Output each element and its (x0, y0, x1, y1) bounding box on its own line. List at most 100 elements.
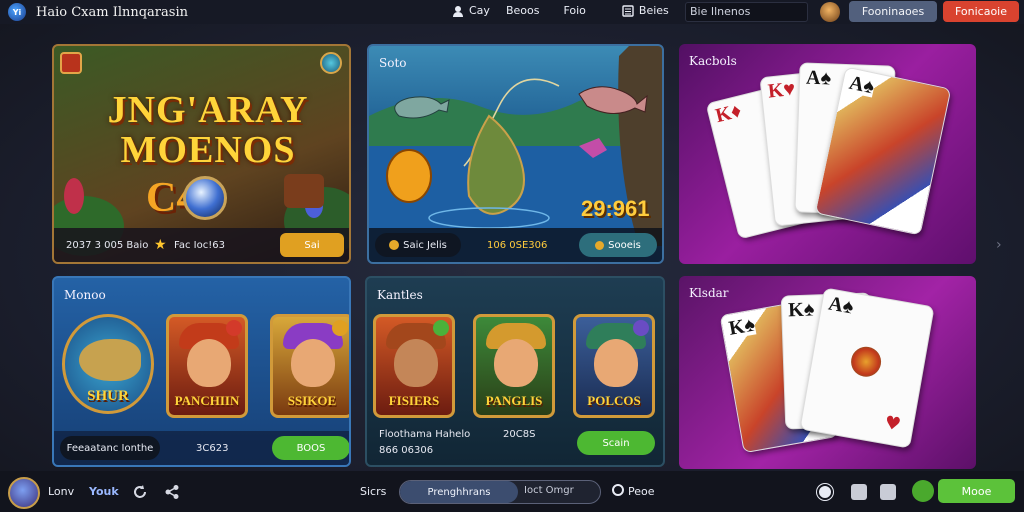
tile-name: FISIERS (388, 393, 440, 408)
badge-icon (332, 320, 348, 336)
card-meta-count: 20C8S (503, 429, 536, 440)
character-face (394, 339, 438, 387)
game-card-heroes[interactable]: Kantles FISIERS PANGLIS POLCOS Floothama… (365, 276, 665, 467)
nav-item-beoos[interactable]: Beoos (506, 4, 540, 17)
list-icon (622, 4, 634, 17)
bottom-bar: Lonv Youk Sicrs Prenghhrans Ioct Omgr Pe… (0, 471, 1024, 512)
coin-icon (595, 240, 605, 250)
card-footer: Feeaatanc Ionthe 3C623 BOOS (54, 431, 349, 465)
share-icon[interactable] (164, 484, 180, 500)
nav-item-cay[interactable]: Cay (452, 4, 490, 17)
character-tile[interactable]: FISIERS (373, 314, 455, 418)
nav-item-label: Beoos (505, 4, 540, 17)
player-name: Lonv (48, 485, 75, 498)
star-icon: ★ (154, 237, 167, 253)
secondary-button[interactable]: Fooninaoes (849, 1, 937, 22)
app-logo[interactable]: Yi (8, 3, 26, 21)
character-tile[interactable]: SHUR (62, 314, 154, 414)
nav-item-beies[interactable]: Beies (622, 4, 669, 17)
search-tab-active[interactable]: Prenghhrans (400, 481, 518, 503)
sort-label[interactable]: Sicrs (360, 485, 386, 498)
bottom-search[interactable]: Prenghhrans Ioct Omgr (399, 480, 601, 504)
card-rank: A♠ (826, 292, 856, 319)
badge-icon (433, 320, 449, 336)
search-input[interactable]: Bie Ilnenos (685, 2, 808, 22)
info-chip[interactable]: Feeaatanc Ionthe (60, 436, 160, 460)
play-button[interactable]: Sooeis (579, 233, 657, 257)
card-label: Klsdar (689, 286, 729, 300)
character-tile[interactable]: PANCHIIN (166, 314, 248, 418)
game-title-line1: JNG'ARAY (107, 89, 309, 131)
coins-chip[interactable]: Saic Jelis (375, 233, 461, 257)
tile-name: POLCOS (587, 393, 641, 408)
chevron-right-icon[interactable]: › (996, 237, 1006, 253)
card-footer: 2037 3 005 Baio ★ Fac Ioc!63 Sai (54, 228, 349, 262)
nav-item-foio[interactable]: Foio (563, 4, 585, 17)
play-button[interactable]: BOOS (272, 436, 349, 460)
card-label: Monoo (64, 288, 106, 302)
badge-icon (633, 320, 649, 336)
add-icon[interactable] (912, 480, 934, 502)
card-meta: Floothama Hahelo (379, 429, 471, 440)
tile-name: PANCHIIN (174, 393, 240, 408)
card-meta: 2037 3 005 Baio (66, 239, 149, 251)
game-card-fishing[interactable]: Soto 29:961 Saic Jelis 106 0SE306 Sooeis (367, 44, 664, 264)
floral-decoration-icon (848, 344, 884, 380)
game-card-characters[interactable]: Monoo SHUR PANCHIIN SSIKOE Feeaatanc Ion… (52, 276, 351, 467)
character-tile[interactable]: PANGLIS (473, 314, 555, 418)
card-rating: Fac Ioc!63 (174, 239, 225, 251)
card-rank: K♠ (727, 313, 757, 340)
card-rank: A♠ (805, 66, 832, 90)
card-meta-secondary: 866 06306 (379, 445, 434, 456)
game-card-featured[interactable]: JNG'ARAY MOENOS C4 2037 3 005 Baio ★ Fac… (52, 44, 351, 264)
app-window: Yi Haio Cxam Ilnnqarasin Cay Beoos Foio … (0, 0, 1024, 512)
search-placeholder: Ioct Omgr (524, 485, 574, 496)
jackpot-amount: 29:961 (581, 196, 650, 221)
card-label: Kacbols (689, 54, 737, 68)
image-icon[interactable] (851, 484, 867, 500)
top-bar: Yi Haio Cxam Ilnnqarasin Cay Beoos Foio … (0, 0, 1024, 24)
game-title-logo: JNG'ARAY MOENOS (88, 90, 328, 170)
primary-button[interactable]: Fonicaoie (943, 1, 1019, 22)
page-indicator-icon (612, 484, 624, 496)
user-avatar[interactable] (820, 2, 840, 22)
character-face (594, 339, 638, 387)
card-meta: 3C623 (196, 442, 229, 454)
card-rank: K♠ (787, 298, 815, 322)
character-tile[interactable]: POLCOS (573, 314, 655, 418)
game-card-blackjack[interactable]: Klsdar K♠ K♠ A♠ ♥ (679, 276, 976, 469)
nav-item-label: Cay (469, 4, 490, 17)
play-button[interactable]: Scain (577, 431, 655, 455)
nav-item-label: Beies (638, 4, 669, 17)
refresh-icon[interactable] (132, 484, 148, 500)
card-rank: K♥ (766, 77, 797, 103)
game-title-line2: MOENOS (120, 129, 296, 171)
playing-card-ace-spades: A♠ ♥ (799, 287, 935, 449)
play-button[interactable]: Sai (280, 233, 344, 257)
app-title: Haio Cxam Ilnnqarasin (36, 4, 188, 20)
card-rank: A♠ (847, 71, 877, 99)
page-label[interactable]: Peoe (628, 485, 655, 498)
alert-badge-icon (226, 320, 242, 336)
card-label: Kantles (377, 288, 423, 302)
heart-icon: ♥ (882, 412, 903, 436)
more-button[interactable]: Mooe (938, 479, 1015, 503)
profile-icon (453, 5, 463, 17)
card-footer: Floothama Hahelo 866 06306 20C8S Scain (367, 425, 663, 465)
card-footer: Saic Jelis 106 0SE306 Sooeis (369, 228, 662, 262)
tile-name: PANGLIS (485, 393, 543, 408)
fish-mascot-icon (79, 339, 141, 381)
soccer-ball-icon[interactable] (817, 484, 833, 500)
card-rank: K♦ (713, 99, 744, 128)
nav-item-label: Foio (563, 4, 586, 17)
profile-link[interactable]: Youk (89, 485, 119, 498)
character-face (291, 339, 335, 387)
trophy-icon[interactable] (880, 484, 896, 500)
card-meta: 106 0SE306 (487, 239, 548, 251)
character-face (494, 339, 538, 387)
coin-icon (389, 240, 400, 250)
tile-name: SSIKOE (287, 393, 337, 408)
player-avatar[interactable] (8, 477, 40, 509)
character-tile[interactable]: SSIKOE (270, 314, 349, 418)
game-card-poker[interactable]: Kacbols K♦ K♥ A♠ A♠ (679, 44, 976, 264)
